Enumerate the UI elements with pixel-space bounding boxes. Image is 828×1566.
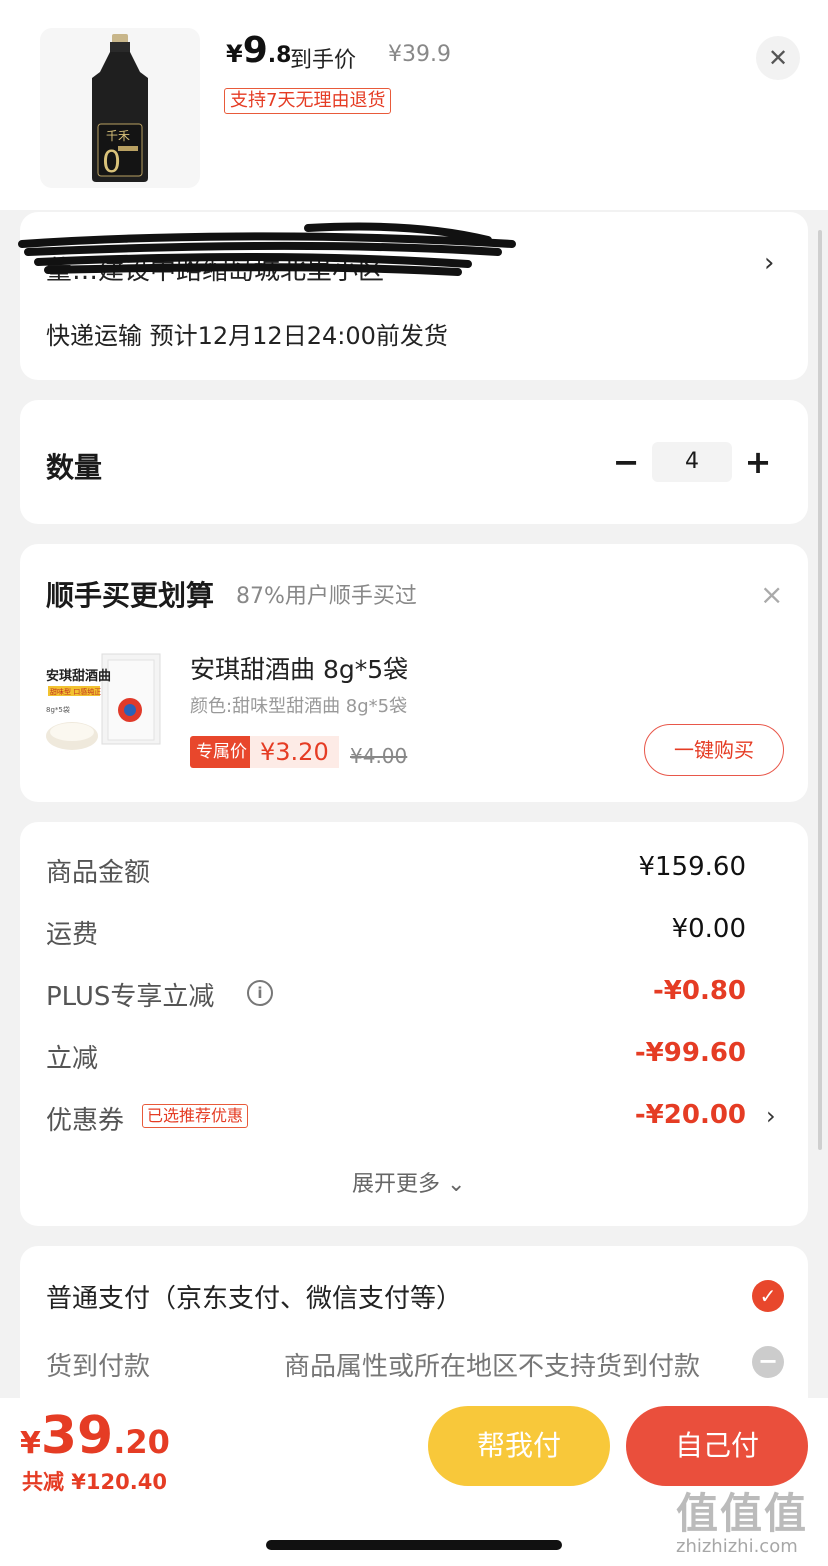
quantity-plus-button[interactable]: + — [744, 444, 772, 480]
bottle-brand-text: 千禾 — [106, 129, 130, 143]
help-pay-button[interactable]: 帮我付 — [428, 1406, 610, 1486]
payment-option-cod: 货到付款 — [46, 1352, 151, 1382]
total-int: 39 — [40, 1406, 114, 1466]
expand-more-button[interactable]: 展开更多 ⌄ — [352, 1166, 465, 1198]
price-currency: ¥ — [226, 40, 243, 68]
return-policy-badge: 支持7天无理由退货 — [224, 88, 392, 114]
summary-value-plus: -¥0.80 — [652, 976, 746, 1006]
pack-size-text: 8g*5袋 — [46, 705, 70, 714]
recommend-item-original-price: ¥4.00 — [350, 744, 408, 768]
home-indicator[interactable] — [266, 1540, 562, 1550]
pack-tag-text: 甜味型 口感纯正 — [50, 687, 101, 696]
recommend-item-price: ¥3.20 — [250, 736, 339, 768]
exclusive-price-badge: 专属价 — [190, 736, 253, 768]
total-price: ¥39.20 — [20, 1406, 170, 1466]
close-button[interactable]: ✕ — [756, 36, 800, 80]
price-label: 到手价 — [290, 48, 357, 73]
recommend-close-icon[interactable]: × — [760, 578, 783, 611]
redaction-scribble — [18, 222, 516, 276]
summary-value-discount: -¥99.60 — [634, 1038, 746, 1068]
total-saved: 共减 ¥120.40 — [22, 1470, 167, 1494]
scrollbar[interactable] — [818, 230, 822, 1150]
recommend-item-spec: 颜色:甜味型甜酒曲 8g*5袋 — [190, 696, 408, 717]
product-thumbnail: 千禾 0 — [40, 28, 200, 188]
shipping-estimate: 快递运输 预计12月12日24:00前发货 — [46, 322, 448, 350]
original-price: ¥39.9 — [388, 42, 451, 67]
summary-label-shipping: 运费 — [46, 920, 99, 950]
one-click-buy-button[interactable]: 一键购买 — [644, 724, 784, 776]
summary-value-coupon[interactable]: -¥20.00 — [635, 1100, 746, 1130]
coupon-chevron-icon[interactable]: › — [766, 1102, 776, 1130]
close-icon: ✕ — [767, 44, 789, 72]
address-chevron-icon[interactable]: › — [764, 248, 774, 278]
watermark-url: zhizhizhi.com — [676, 1536, 798, 1557]
summary-label-plus: PLUS专享立减 — [46, 982, 215, 1012]
price-dec: .8 — [267, 43, 292, 68]
payment-option-normal[interactable]: 普通支付（京东支付、微信支付等） — [46, 1278, 462, 1315]
self-pay-button[interactable]: 自己付 — [626, 1406, 808, 1486]
watermark-logo: 值值值 — [676, 1489, 809, 1538]
info-icon[interactable]: i — [247, 980, 273, 1006]
check-icon[interactable]: ✓ — [752, 1280, 784, 1312]
recommend-subtitle: 87%用户顺手买过 — [236, 584, 417, 609]
recommend-title: 顺手买更划算 — [46, 579, 215, 612]
summary-label-discount: 立减 — [46, 1044, 99, 1074]
summary-label-coupon[interactable]: 优惠券 — [46, 1100, 124, 1137]
product-price: ¥9.8 — [226, 30, 291, 71]
summary-label-subtotal: 商品金额 — [46, 858, 151, 888]
cod-unavailable-note: 商品属性或所在地区不支持货到付款 — [284, 1352, 701, 1382]
price-int: 9 — [242, 30, 268, 71]
summary-value-shipping: ¥0.00 — [671, 914, 746, 944]
quantity-minus-button[interactable]: − — [612, 444, 640, 480]
pack-title-text: 安琪甜酒曲 — [46, 668, 111, 684]
recommend-item-image: 安琪甜酒曲 甜味型 口感纯正 8g*5袋 — [42, 640, 166, 760]
quantity-input[interactable]: 4 — [652, 442, 732, 482]
coupon-badge: 已选推荐优惠 — [142, 1104, 249, 1128]
soy-sauce-bottle-image: 千禾 0 — [92, 34, 148, 182]
total-dec: .20 — [113, 1423, 170, 1461]
total-currency: ¥ — [20, 1426, 41, 1461]
recommend-item-name[interactable]: 安琪甜酒曲 8g*5袋 — [190, 650, 408, 686]
disabled-icon: − — [752, 1346, 784, 1378]
summary-value-subtotal: ¥159.60 — [638, 852, 746, 882]
quantity-label: 数量 — [46, 451, 103, 484]
